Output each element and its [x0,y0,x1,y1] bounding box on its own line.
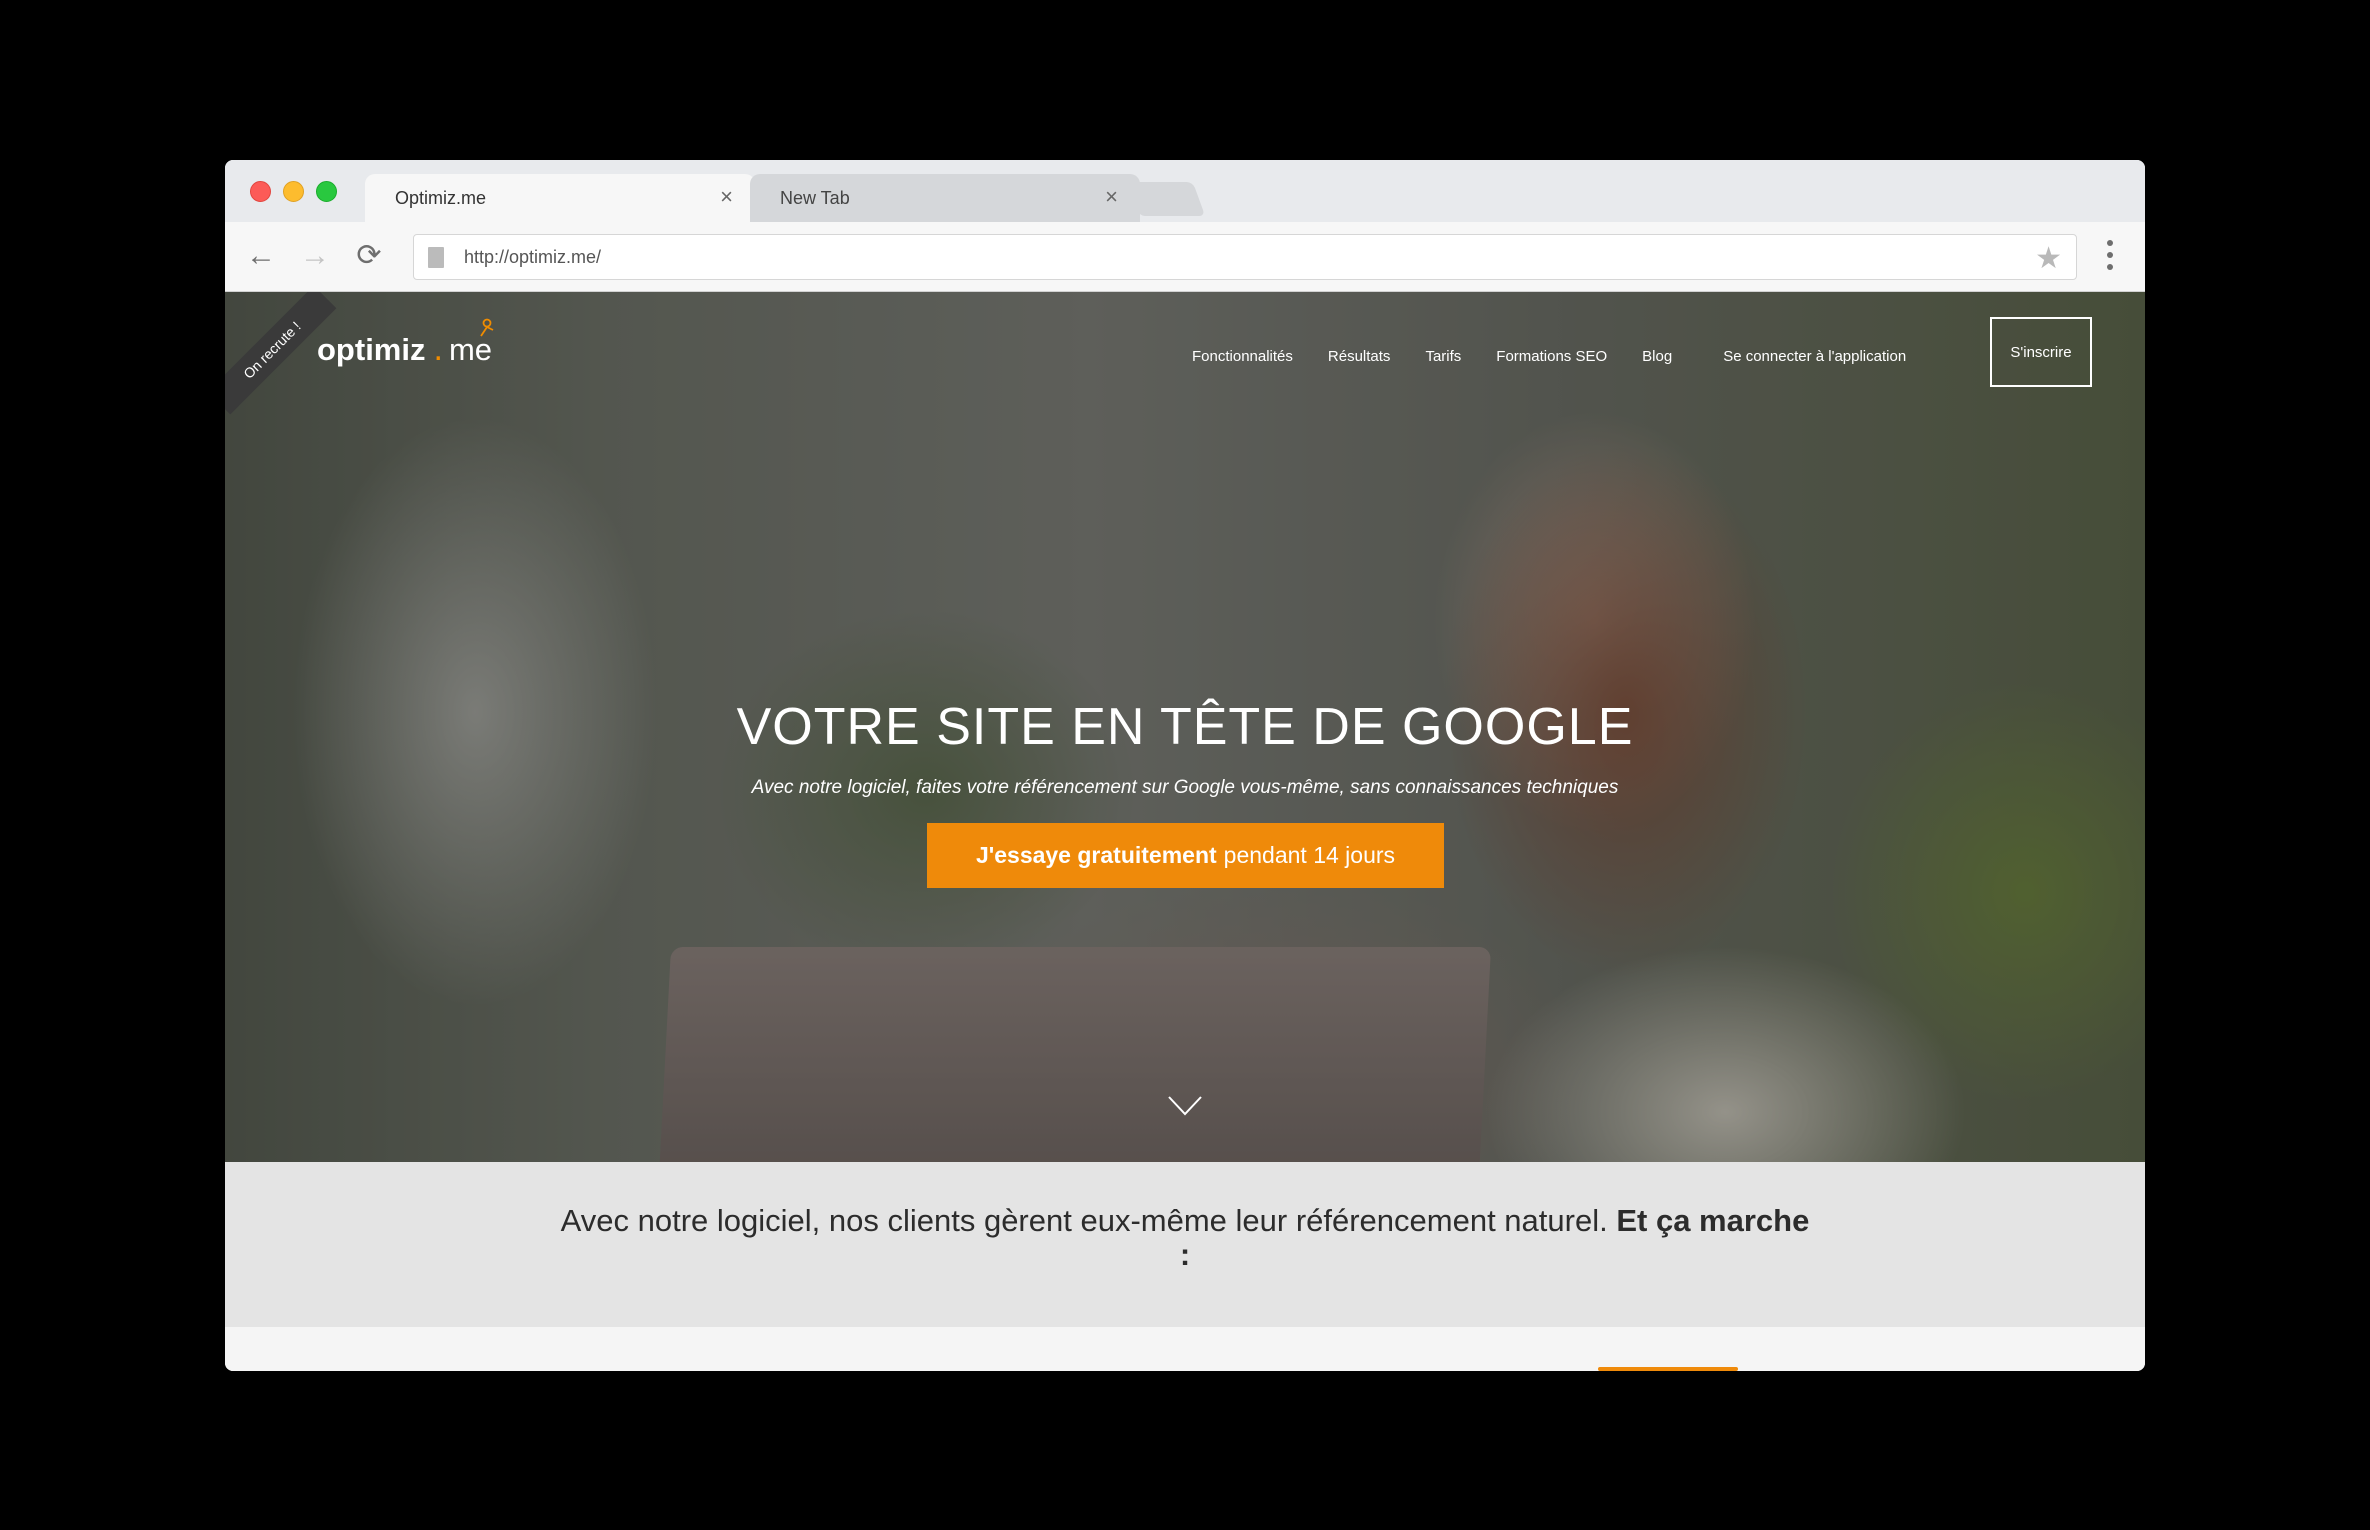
free-trial-button[interactable]: J'essaye gratuitement pendant 14 jours [927,823,1444,888]
forward-arrow-icon[interactable]: → [299,240,331,272]
nav-tarifs[interactable]: Tarifs [1425,348,1461,365]
address-bar[interactable]: http://optimiz.me/ ★ [413,234,2077,280]
scroll-down-chevron-icon[interactable] [1167,1094,1203,1118]
band-text: Avec notre logiciel, nos clients gèrent … [525,1204,1845,1272]
logo-dot: . [433,330,443,368]
hero-title: VOTRE SITE EN TÊTE DE GOOGLE [736,698,1634,756]
section-accent-bar [1598,1367,1738,1371]
browser-menu-icon[interactable] [2107,240,2115,274]
close-tab-icon[interactable]: × [1105,184,1118,210]
logo-main-text: optimiz [317,332,426,367]
main-nav: Fonctionnalités Résultats Tarifs Formati… [1192,348,1924,365]
tab-title: Optimiz.me [395,187,487,208]
nav-resultats[interactable]: Résultats [1328,348,1391,365]
signup-button[interactable]: S'inscrire [1990,317,2092,387]
tab-strip: Optimiz.me × New Tab × [225,160,2145,222]
nav-formations-seo[interactable]: Formations SEO [1496,348,1607,365]
nav-blog[interactable]: Blog [1642,348,1672,365]
url-text[interactable]: http://optimiz.me/ [464,247,601,268]
bookmark-star-icon[interactable]: ★ [2035,241,2062,276]
page-icon [428,247,444,268]
minimize-window-button[interactable] [283,181,304,202]
tab-title: New Tab [780,187,850,208]
hero-section: On recrute ! optimiz . me Fonctionnalité… [225,292,2145,1162]
cta-strong-text: J'essaye gratuitement [975,842,1217,868]
band-colon: : [1179,1237,1191,1272]
testimonial-band: Avec notre logiciel, nos clients gèrent … [225,1162,2145,1327]
tab-optimiz[interactable]: Optimiz.me × [365,174,755,222]
reload-icon[interactable]: ⟳ [353,240,385,272]
close-window-button[interactable] [250,181,271,202]
band-main-text: Avec notre logiciel, nos clients gèrent … [560,1203,1608,1238]
nav-connect-link[interactable]: Se connecter à l'application [1723,348,1906,365]
site-logo[interactable]: optimiz . me [317,318,494,369]
browser-window: Optimiz.me × New Tab × ← → ⟳ http://opti… [225,160,2145,1371]
hero-subtitle: Avec notre logiciel, faites votre référe… [751,777,1619,798]
logo-mark-icon [478,318,496,343]
nav-fonctionnalites[interactable]: Fonctionnalités [1192,348,1293,365]
maximize-window-button[interactable] [316,181,337,202]
new-tab-button[interactable] [1126,182,1206,216]
tab-new-tab[interactable]: New Tab × [750,174,1140,222]
back-arrow-icon[interactable]: ← [245,240,277,272]
cta-rest-text: pendant 14 jours [1223,842,1396,868]
browser-toolbar: ← → ⟳ http://optimiz.me/ ★ [225,222,2145,292]
next-section-strip [225,1327,2145,1371]
band-strong-text: Et ça marche [1616,1203,1810,1238]
close-tab-icon[interactable]: × [720,184,733,210]
